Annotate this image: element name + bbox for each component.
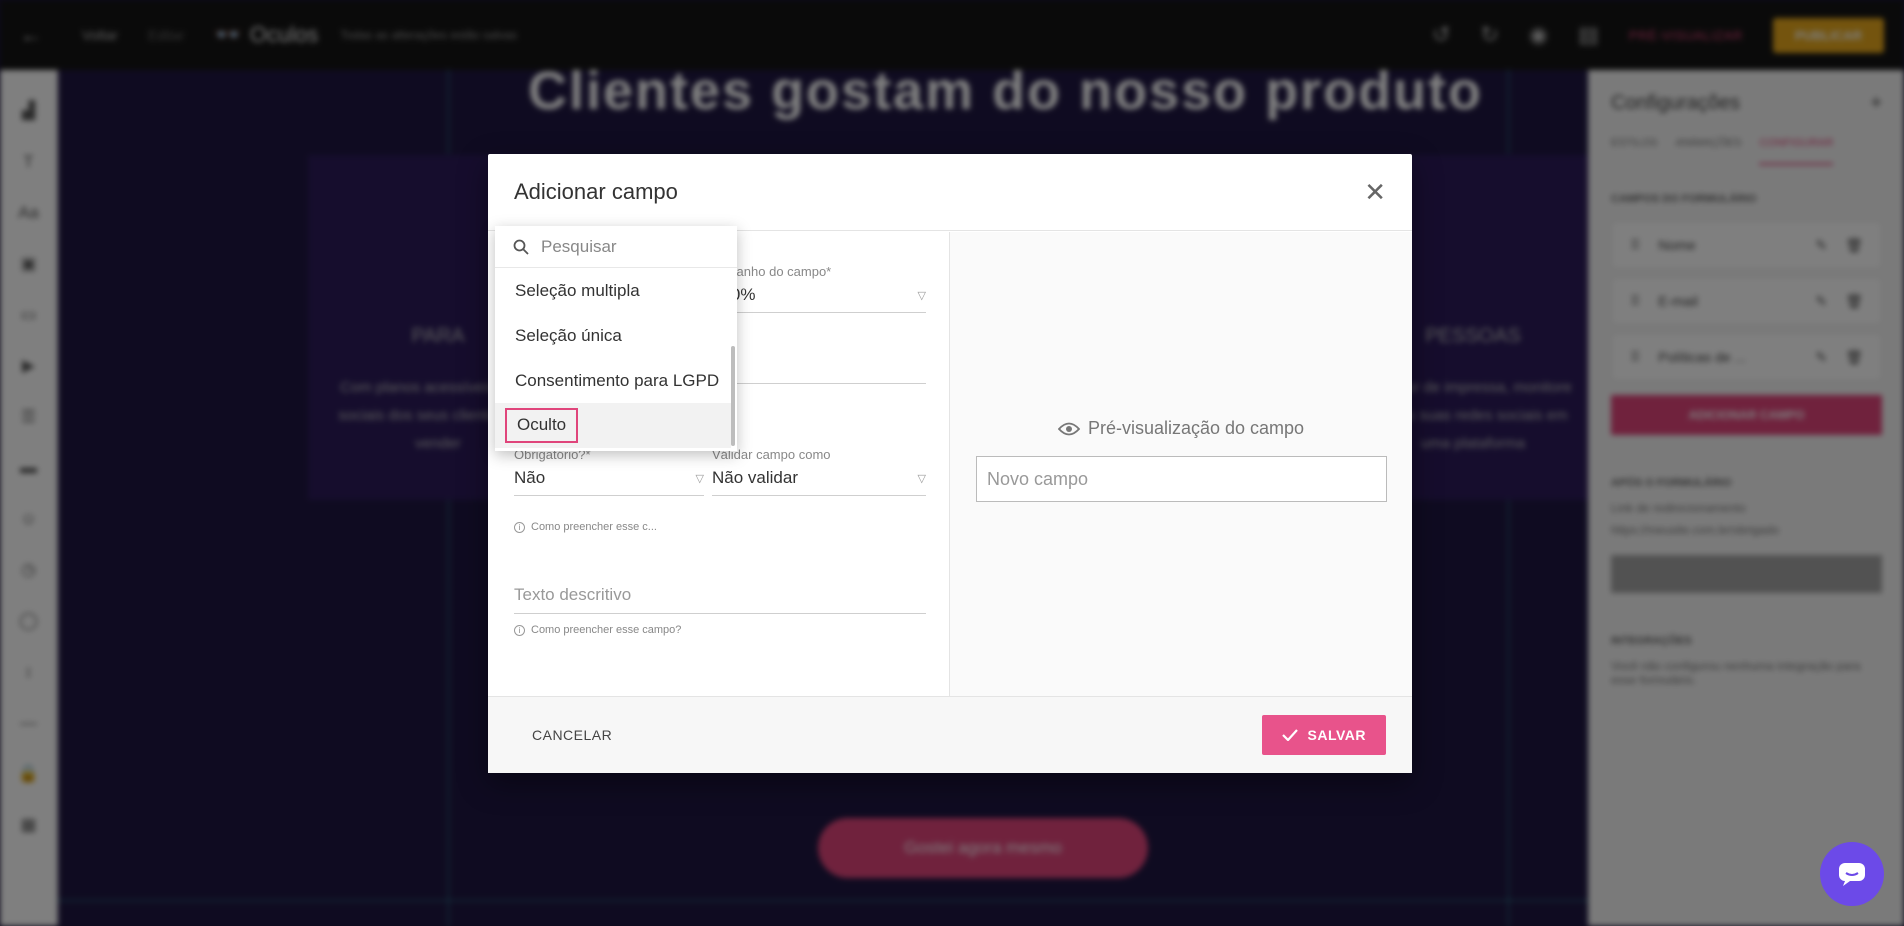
description-input[interactable]: Texto descritivo <box>514 585 926 614</box>
preview-heading-text: Pré-visualização do campo <box>1087 418 1305 438</box>
search-icon <box>513 239 529 255</box>
modal-header: Adicionar campo ✕ <box>488 154 1412 231</box>
check-icon <box>1281 729 1298 741</box>
validate-select[interactable]: Válidar campo como Não validar ▽ <box>712 447 926 496</box>
dropdown-scrollbar[interactable] <box>731 346 735 446</box>
preview-heading: Pré-visualização do campo <box>950 418 1412 439</box>
cancel-button[interactable]: CANCELAR <box>532 727 612 743</box>
required-value: Não <box>514 468 546 487</box>
close-icon[interactable]: ✕ <box>1364 179 1386 205</box>
field-type-dropdown: Seleção multipla Seleção única Consentim… <box>495 226 737 451</box>
hint-required[interactable]: i Como preencher esse c... <box>514 521 657 533</box>
dropdown-search <box>495 226 737 268</box>
dropdown-option-selected[interactable]: Oculto <box>495 403 731 448</box>
chat-widget-button[interactable] <box>1820 842 1884 906</box>
dropdown-search-input[interactable] <box>541 236 711 257</box>
hint-description[interactable]: i Como preencher esse campo? <box>514 624 681 636</box>
eye-icon <box>1057 422 1080 435</box>
save-button[interactable]: SALVAR <box>1261 715 1386 755</box>
save-label: SALVAR <box>1307 727 1366 743</box>
dropdown-option[interactable]: Consentimento para LGPD <box>495 358 731 403</box>
modal-title: Adicionar campo <box>514 179 678 204</box>
hint-required-text: Como preencher esse c... <box>531 521 657 533</box>
modal-footer: CANCELAR SALVAR <box>488 696 1412 773</box>
field-preview: Pré-visualização do campo Novo campo <box>950 232 1412 696</box>
preview-input[interactable]: Novo campo <box>976 456 1387 502</box>
chevron-down-icon: ▽ <box>917 472 926 485</box>
field-size-label: Tamanho do campo* <box>712 264 832 279</box>
dropdown-option[interactable]: Seleção única <box>495 313 731 358</box>
required-select[interactable]: Obrigatório?* Não ▽ <box>514 447 704 496</box>
info-icon: i <box>514 521 525 533</box>
field-size-select[interactable]: Tamanho do campo* 100%▽ <box>712 264 926 313</box>
chevron-down-icon: ▽ <box>917 289 926 302</box>
info-icon: i <box>514 624 525 636</box>
chevron-down-icon: ▽ <box>695 472 704 485</box>
dropdown-option[interactable]: Seleção multipla <box>495 268 731 313</box>
validate-value: Não validar <box>712 468 798 487</box>
hint-description-text: Como preencher esse campo? <box>531 624 682 636</box>
dropdown-option-label: Oculto <box>505 408 579 443</box>
validate-label: Válidar campo como <box>712 447 831 462</box>
chat-icon <box>1839 863 1865 886</box>
